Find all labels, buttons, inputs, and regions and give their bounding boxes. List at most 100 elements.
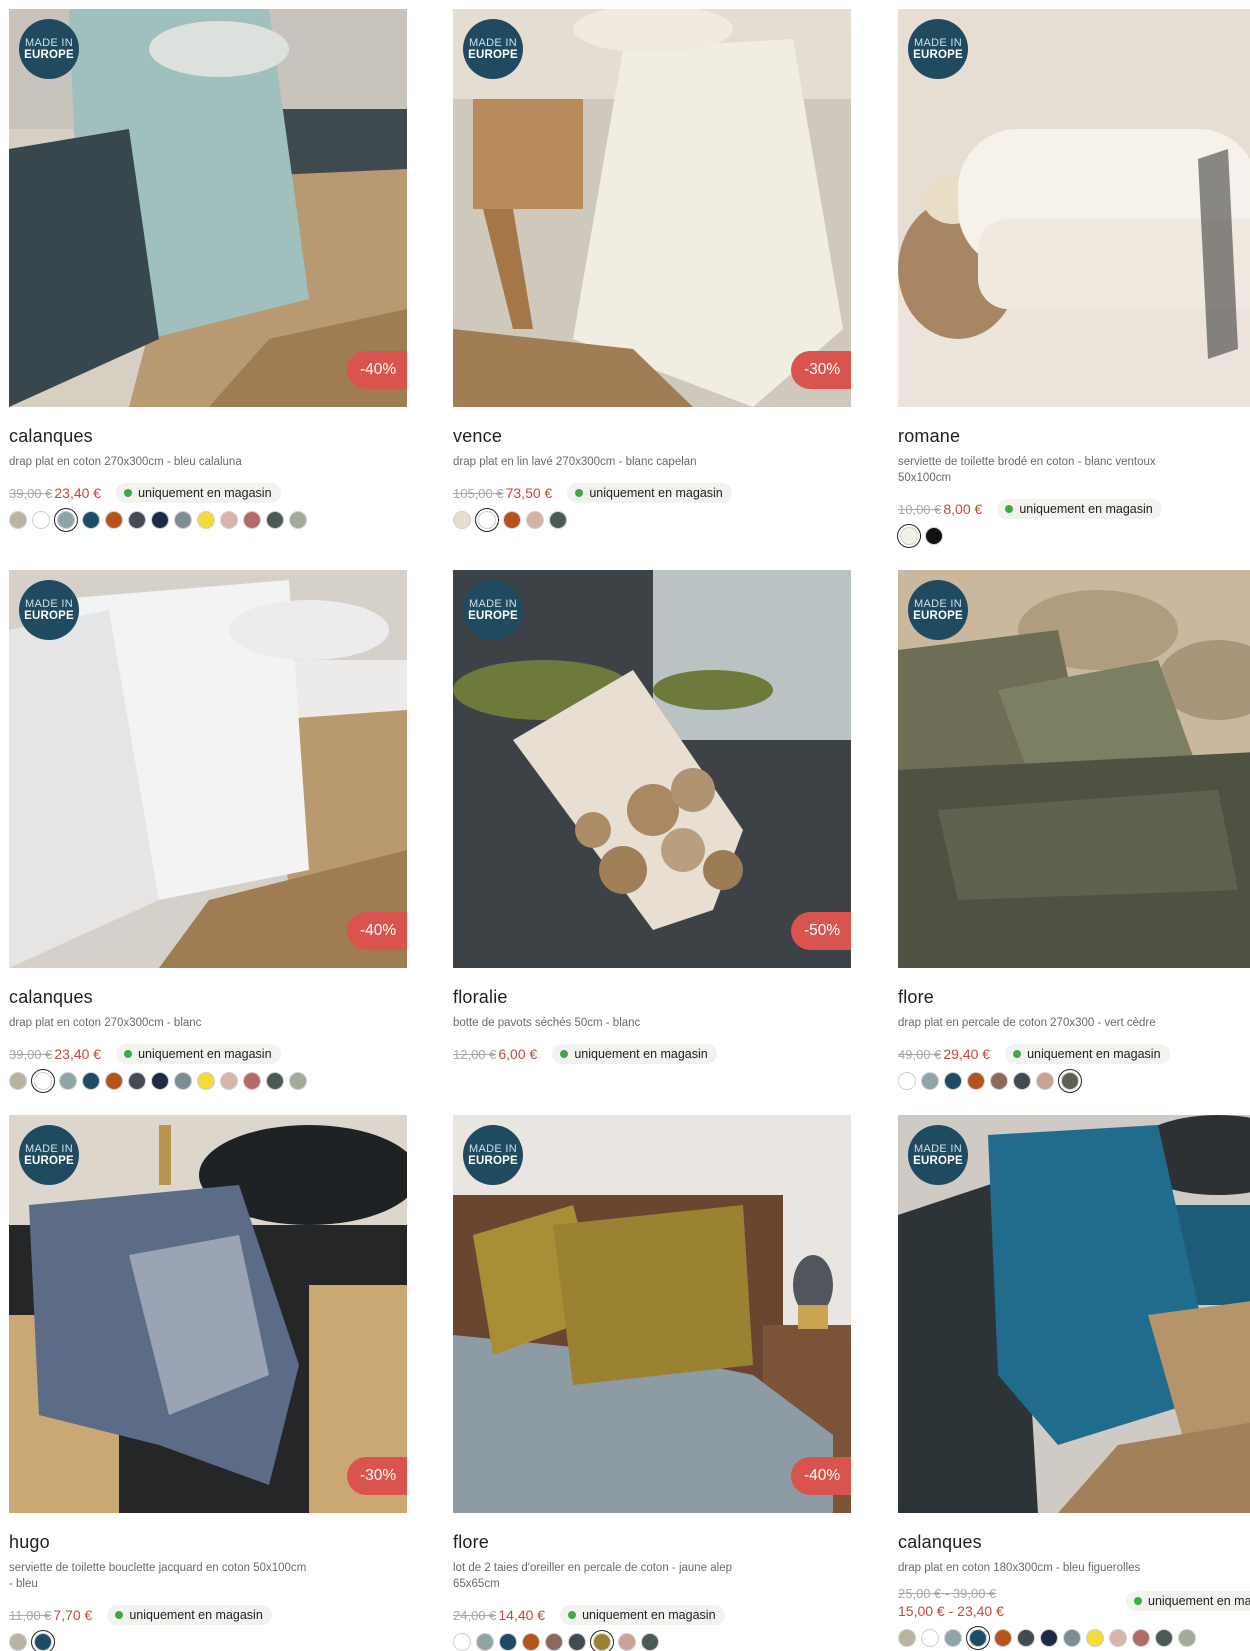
color-swatch[interactable] — [243, 511, 261, 529]
color-swatch[interactable] — [151, 511, 169, 529]
color-swatch[interactable] — [526, 511, 544, 529]
product-image[interactable]: MADE IN EUROPE — [898, 1115, 1250, 1513]
product-name[interactable]: flore — [453, 1531, 851, 1553]
product-name[interactable]: vence — [453, 425, 851, 447]
color-swatch[interactable] — [1058, 1069, 1082, 1093]
color-swatch[interactable] — [925, 527, 943, 545]
color-swatch[interactable] — [105, 511, 123, 529]
product-card[interactable]: MADE IN EUROPE flore drap plat en percal… — [898, 570, 1250, 1093]
color-swatch[interactable] — [151, 1072, 169, 1090]
product-image[interactable]: MADE IN EUROPE -40% — [9, 570, 407, 968]
color-swatch[interactable] — [128, 511, 146, 529]
color-swatch[interactable] — [128, 1072, 146, 1090]
color-swatch[interactable] — [1178, 1629, 1196, 1647]
color-swatch[interactable] — [243, 1072, 261, 1090]
availability-dot-icon — [124, 489, 133, 497]
color-swatch[interactable] — [1063, 1629, 1081, 1647]
color-swatch[interactable] — [618, 1633, 636, 1651]
color-swatch[interactable] — [174, 1072, 192, 1090]
product-image[interactable]: MADE IN EUROPE — [898, 570, 1250, 968]
product-image[interactable]: MADE IN EUROPE -40% — [453, 1115, 851, 1513]
color-swatches — [898, 1626, 1250, 1650]
color-swatch[interactable] — [9, 511, 27, 529]
color-swatch[interactable] — [590, 1630, 614, 1651]
color-swatch[interactable] — [990, 1072, 1008, 1090]
color-swatch[interactable] — [1017, 1629, 1035, 1647]
product-name[interactable]: calanques — [898, 1531, 1250, 1553]
color-swatch[interactable] — [994, 1629, 1012, 1647]
color-swatch[interactable] — [174, 511, 192, 529]
color-swatch[interactable] — [898, 1629, 916, 1647]
product-card[interactable]: MADE IN EUROPE -40% calanques drap plat … — [9, 9, 407, 532]
color-swatch[interactable] — [266, 1072, 284, 1090]
color-swatch[interactable] — [503, 511, 521, 529]
product-name[interactable]: flore — [898, 986, 1250, 1008]
product-card[interactable]: MADE IN EUROPE -30% hugo serviette de to… — [9, 1115, 407, 1651]
color-swatch[interactable] — [220, 1072, 238, 1090]
color-swatch[interactable] — [966, 1626, 990, 1650]
product-description: lot de 2 taies d'oreiller en percale de … — [453, 1562, 733, 1590]
color-swatch[interactable] — [1155, 1629, 1173, 1647]
availability-pill: uniquement en magasin — [552, 1044, 717, 1064]
product-card[interactable]: MADE IN EUROPE calanques drap plat en co… — [898, 1115, 1250, 1650]
color-swatch[interactable] — [944, 1629, 962, 1647]
color-swatch[interactable] — [499, 1633, 517, 1651]
color-swatch[interactable] — [9, 1633, 27, 1651]
color-swatch[interactable] — [921, 1629, 939, 1647]
color-swatch[interactable] — [31, 1630, 55, 1651]
color-swatch[interactable] — [944, 1072, 962, 1090]
color-swatch[interactable] — [1086, 1629, 1104, 1647]
product-card[interactable]: MADE IN EUROPE -40% calanques drap plat … — [9, 570, 407, 1093]
color-swatch[interactable] — [545, 1633, 563, 1651]
color-swatch[interactable] — [453, 511, 471, 529]
product-name[interactable]: floralie — [453, 986, 851, 1008]
color-swatch[interactable] — [59, 1072, 77, 1090]
color-swatch[interactable] — [967, 1072, 985, 1090]
color-swatch[interactable] — [54, 508, 78, 532]
color-swatch[interactable] — [549, 511, 567, 529]
color-swatch[interactable] — [1109, 1629, 1127, 1647]
color-swatch[interactable] — [197, 1072, 215, 1090]
color-swatch[interactable] — [220, 511, 238, 529]
color-swatch[interactable] — [31, 1069, 55, 1093]
product-card[interactable]: MADE IN EUROPE -30% vence drap plat en l… — [453, 9, 851, 532]
color-swatch[interactable] — [1132, 1629, 1150, 1647]
product-image[interactable]: MADE IN EUROPE — [898, 9, 1250, 407]
color-swatch[interactable] — [289, 511, 307, 529]
product-card[interactable]: MADE IN EUROPE romane serviette de toile… — [897, 9, 1250, 548]
color-swatch[interactable] — [105, 1072, 123, 1090]
color-swatch[interactable] — [453, 1633, 471, 1651]
product-image[interactable]: MADE IN EUROPE -30% — [453, 9, 851, 407]
made-in-europe-badge: MADE IN EUROPE — [19, 580, 79, 640]
color-swatch[interactable] — [476, 1633, 494, 1651]
color-swatch[interactable] — [475, 508, 499, 532]
product-image[interactable]: MADE IN EUROPE -40% — [9, 9, 407, 407]
color-swatch[interactable] — [568, 1633, 586, 1651]
product-image[interactable]: MADE IN EUROPE -50% — [453, 570, 851, 968]
color-swatch[interactable] — [522, 1633, 540, 1651]
product-name[interactable]: calanques — [9, 986, 407, 1008]
color-swatch[interactable] — [898, 1072, 916, 1090]
color-swatch[interactable] — [897, 524, 921, 548]
color-swatch[interactable] — [82, 1072, 100, 1090]
product-name[interactable]: calanques — [9, 425, 407, 447]
product-card[interactable]: MADE IN EUROPE -40% flore lot de 2 taies… — [453, 1115, 851, 1651]
color-swatch[interactable] — [289, 1072, 307, 1090]
old-price: 10,00 € — [898, 501, 942, 517]
color-swatch[interactable] — [641, 1633, 659, 1651]
color-swatch[interactable] — [1013, 1072, 1031, 1090]
product-name[interactable]: hugo — [9, 1531, 407, 1553]
made-in-europe-badge: MADE IN EUROPE — [463, 19, 523, 79]
color-swatch[interactable] — [32, 511, 50, 529]
old-price: 39,00 € — [9, 485, 53, 501]
color-swatch[interactable] — [82, 511, 100, 529]
color-swatch[interactable] — [921, 1072, 939, 1090]
color-swatch[interactable] — [197, 511, 215, 529]
product-card[interactable]: MADE IN EUROPE -50% floralie botte de pa… — [453, 570, 851, 1065]
color-swatch[interactable] — [266, 511, 284, 529]
color-swatch[interactable] — [1036, 1072, 1054, 1090]
product-name[interactable]: romane — [898, 425, 1250, 447]
color-swatch[interactable] — [9, 1072, 27, 1090]
color-swatch[interactable] — [1040, 1629, 1058, 1647]
product-image[interactable]: MADE IN EUROPE -30% — [9, 1115, 407, 1513]
